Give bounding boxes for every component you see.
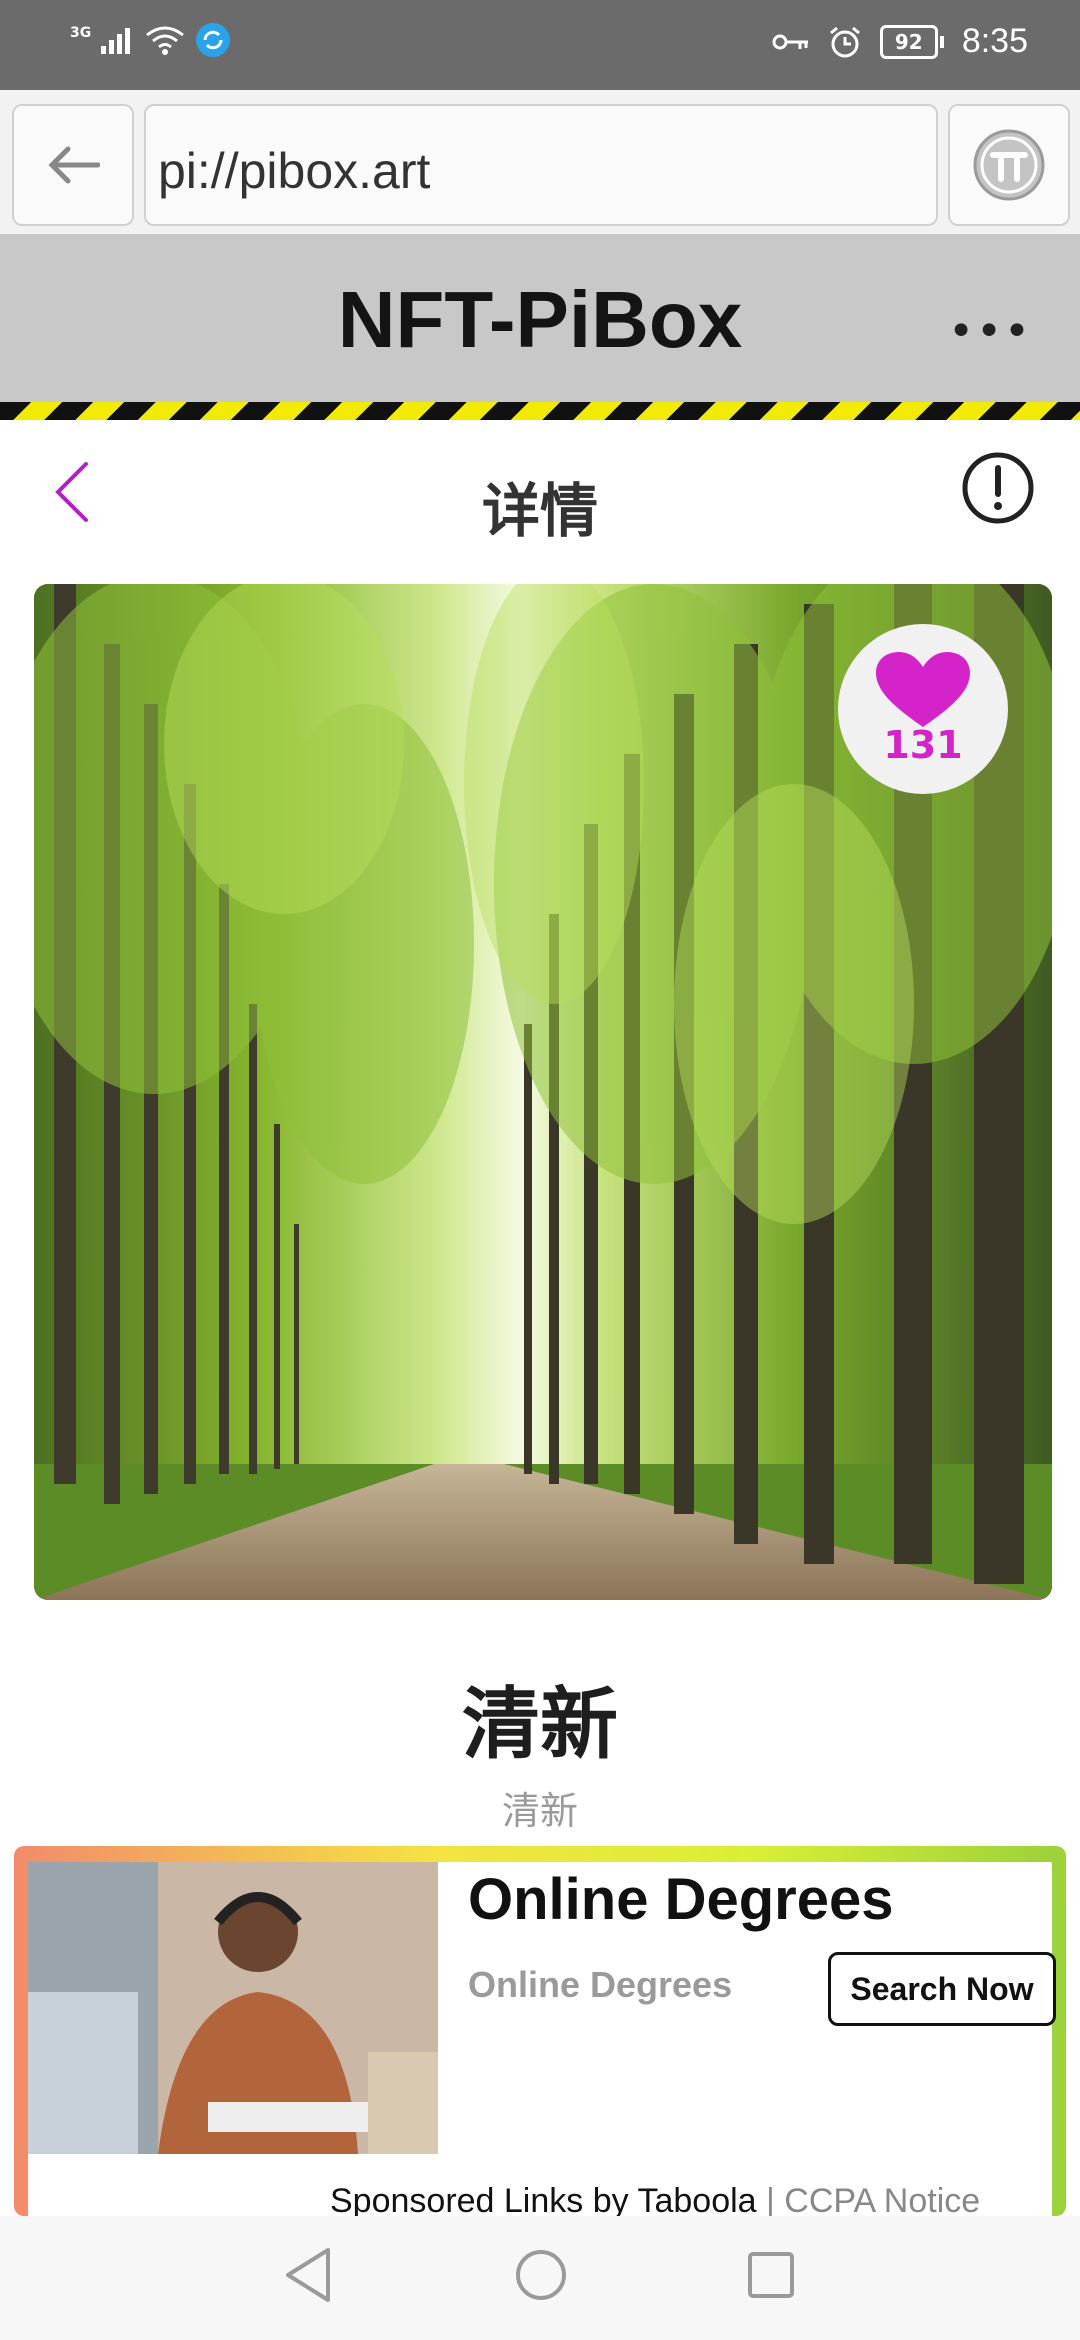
heart-icon <box>876 652 970 727</box>
status-time: 8:35 <box>961 22 1028 60</box>
separator: | <box>756 2182 785 2220</box>
ad-subtitle: Online Degrees <box>468 1964 733 2005</box>
wifi-icon <box>146 26 185 55</box>
caution-stripe <box>0 402 1080 420</box>
battery-indicator: 92 <box>879 24 944 59</box>
ad-image[interactable] <box>28 1862 438 2154</box>
status-bar: 3G 92 8:35 <box>0 0 1080 90</box>
square-recents-icon <box>748 2252 794 2298</box>
network-label: 3G <box>70 25 92 41</box>
site-title: NFT-PiBox <box>337 275 743 364</box>
nav-back-button[interactable] <box>282 2246 334 2308</box>
ccpa-link[interactable]: CCPA Notice <box>784 2182 980 2220</box>
nav-recents-button[interactable] <box>746 2250 796 2304</box>
key-icon <box>772 34 808 49</box>
student-photo <box>28 1862 438 2154</box>
app-notification-icon <box>196 23 231 57</box>
status-right: 92 8:35 <box>772 22 1028 61</box>
url-field[interactable]: pi://pibox.art <box>144 104 938 226</box>
more-icon[interactable]: ••• <box>948 306 1032 357</box>
site-header: NFT-PiBox ••• <box>0 234 1080 402</box>
like-count: 131 <box>883 723 963 767</box>
circle-home-icon <box>516 2250 566 2300</box>
search-now-button[interactable]: Search Now <box>828 1952 1056 2026</box>
battery-level: 92 <box>879 24 938 59</box>
nft-title: 清新 <box>461 1680 618 1770</box>
nft-subtitle: 清新 <box>501 1789 578 1833</box>
alarm-icon <box>829 26 860 57</box>
arrow-left-icon <box>48 146 100 184</box>
detail-header: 详情 <box>0 420 1080 560</box>
pi-wallet-button[interactable] <box>948 104 1070 226</box>
browser-bar: pi://pibox.art <box>0 90 1080 234</box>
browser-back-button[interactable] <box>12 104 134 226</box>
page-title: 详情 <box>481 477 598 545</box>
status-left: 3G <box>70 22 231 58</box>
triangle-back-icon <box>286 2248 330 2302</box>
pi-logo-icon <box>973 129 1045 201</box>
ad-title[interactable]: Online Degrees <box>468 1866 893 1933</box>
signal-icon <box>101 28 131 54</box>
like-button[interactable]: 131 <box>838 624 1008 794</box>
battery-tip <box>939 35 944 48</box>
exclamation-icon <box>962 452 1034 524</box>
url-text: pi://pibox.art <box>158 143 431 199</box>
sponsor-link[interactable]: Sponsored Links by Taboola <box>330 2182 757 2220</box>
nav-home-button[interactable] <box>514 2248 568 2306</box>
system-nav-bar <box>0 2216 1080 2340</box>
report-button[interactable] <box>960 450 1036 530</box>
